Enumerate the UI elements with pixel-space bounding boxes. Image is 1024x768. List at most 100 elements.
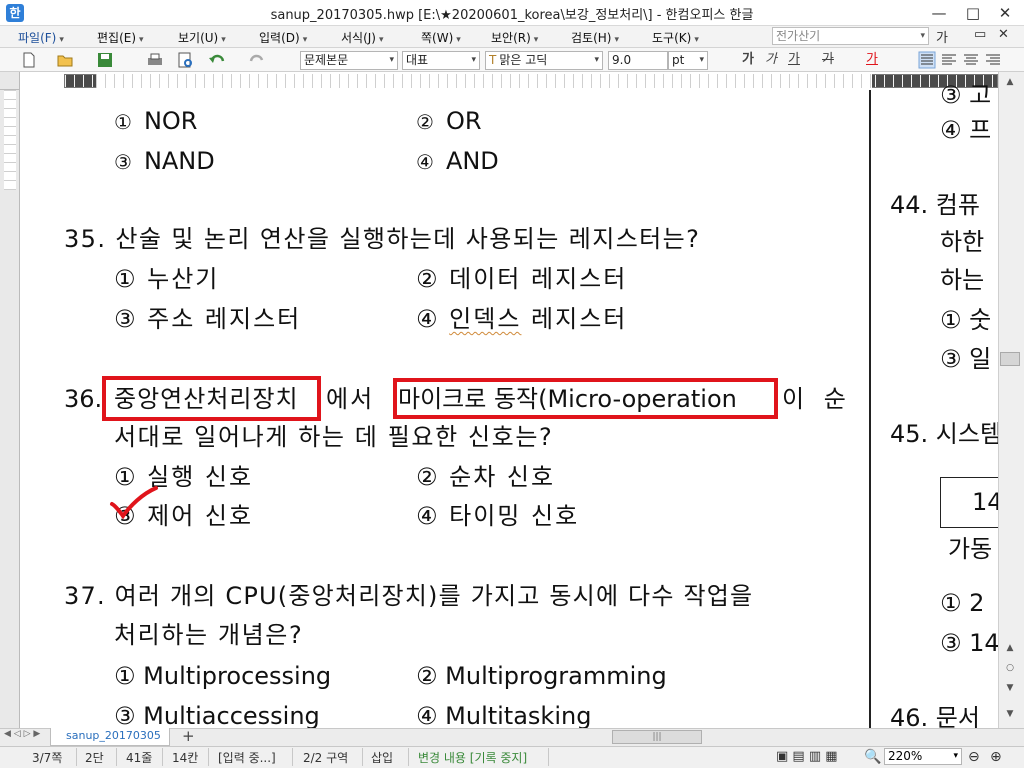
tab-nav-icon[interactable]: ◀ ◁ ▷ ▶ [4,729,40,739]
question-44: 44. 컴퓨 [890,191,980,219]
scroll-down-icon[interactable]: ▼ [1000,706,1020,722]
menu-view[interactable]: 보기(U) ▾ [178,29,226,46]
divider [208,748,209,766]
status-line: 41줄 [126,751,153,765]
menu-format[interactable]: 서식(J) ▾ [341,29,384,46]
add-tab-icon[interactable]: + [182,727,195,745]
option-line: ② Multiprogramming [416,662,667,690]
scroll-up-icon[interactable]: ▲ [1000,74,1020,90]
menu-file[interactable]: 파일(F) ▾ [18,29,64,46]
menu-review[interactable]: 검토(H) ▾ [571,29,619,46]
highlight-box [393,378,778,419]
menu-security[interactable]: 보안(R) ▾ [491,29,538,46]
preview-icon[interactable] [176,51,194,69]
print-icon[interactable] [146,51,164,69]
ruler-text-area [96,74,872,88]
tab-document[interactable]: sanup_20170305 [50,728,170,746]
save-icon[interactable] [96,51,114,69]
option-line: ④ 타이밍 신호 [416,502,580,530]
menu-insert[interactable]: 입력(D) ▾ [259,29,307,46]
strike-button[interactable]: 가 [822,51,834,69]
divider [292,748,293,766]
status-page[interactable]: 3/7쪽 [32,749,62,766]
font-size-input[interactable]: 9.0 [608,51,668,70]
align-right-icon[interactable] [984,51,1002,69]
font-name-select[interactable]: T 맑은 고딕 ▾ [485,51,603,70]
question-35: 35. 산술 및 논리 연산을 실행하는데 사용되는 레지스터는? [64,225,701,253]
horizontal-scroll-thumb[interactable]: ||| [612,730,702,744]
close-icon[interactable]: ✕ [990,2,1020,24]
prev-page-icon[interactable]: ▲ [1000,640,1020,656]
highlight-box [102,376,321,421]
option-line: ① 숫 [940,306,992,334]
vertical-ruler-text-area [4,90,16,190]
next-page-icon[interactable]: ▼ [1000,680,1020,696]
zoom-in-icon[interactable]: ⊕ [990,749,1002,765]
check-mark-icon [110,486,158,520]
question-36-line2: 서대로 일어나게 하는 데 필요한 신호는? [114,423,554,451]
question-36-text: 이 순 [782,385,852,413]
option-line: ② 순차 신호 [416,463,556,491]
style-select[interactable]: 문제본문 ▾ [300,51,398,70]
option-line: ① 누산기 [114,265,220,293]
zoom-icon[interactable]: 🔍 [864,749,881,765]
option-line: ③ 고 [940,81,992,109]
divider [362,748,363,766]
maximize-icon[interactable]: □ [958,2,988,24]
page-icon[interactable]: ○ [1000,660,1020,676]
zoom-out-icon[interactable]: ⊖ [968,749,980,765]
status-section: 2/2 구역 [303,751,349,765]
menu-tools[interactable]: 도구(K) ▾ [652,29,699,46]
underline-button[interactable]: 가 [788,51,800,69]
option-line: ③ NAND [114,147,215,175]
ruler-corner[interactable] [0,72,20,90]
question-37-line2: 처리하는 개념은? [114,621,304,649]
option-line: ④ AND [416,147,499,175]
align-center-icon[interactable] [962,51,980,69]
divider [548,748,549,766]
scroll-thumb[interactable] [1000,352,1020,366]
option-line: ② 데이터 레지스터 [416,265,628,293]
zoom-select[interactable]: 220% ▾ [884,748,962,765]
option-line: ④ 프 [940,116,992,144]
option-line: ④ Multitasking [416,702,592,730]
new-doc-icon[interactable] [20,51,38,69]
open-folder-icon[interactable] [56,51,74,69]
align-justify-icon[interactable] [918,51,936,69]
minimize-icon[interactable]: — [924,2,954,24]
divider [116,748,117,766]
option-line: ② OR [416,107,482,135]
find-icon[interactable]: 가 [936,27,948,46]
font-color-button[interactable]: 가 [866,51,878,69]
option-line: ① Multiprocessing [114,662,332,690]
align-left-icon[interactable] [940,51,958,69]
column-divider [869,90,871,728]
font-lang-select[interactable]: 대표 ▾ [402,51,480,70]
search-input[interactable]: 전가산기 ▾ [772,27,929,45]
question-36-text: 에서 [326,385,375,413]
redo-icon[interactable] [248,51,266,69]
option-line: ③ 일 [940,345,992,373]
menu-edit[interactable]: 편집(E) ▾ [97,29,144,46]
option-line: ① 2 [940,589,985,617]
font-unit-select[interactable]: pt ▾ [668,51,708,70]
question-44-line3: 하는 [940,266,985,294]
question-44-line2: 하한 [940,228,985,256]
divider [76,748,77,766]
vertical-scrollbar[interactable] [998,72,1024,728]
status-track-changes[interactable]: 변경 내용 [기록 중지] [418,749,527,766]
menu-page[interactable]: 쪽(W) ▾ [421,29,461,46]
question-45: 45. 시스템 [890,420,1003,448]
status-insert[interactable]: 삽입 [371,749,393,766]
divider [162,748,163,766]
option-line: ① NOR [114,107,198,135]
status-column: 2단 [85,751,104,765]
undo-icon[interactable] [208,51,226,69]
close-doc-icon[interactable]: ✕ [998,27,1009,42]
restore-icon[interactable]: ▭ [974,27,986,42]
view-mode-icon[interactable]: ▣ ▤ ▥ ▦ [776,749,838,764]
bold-button[interactable]: 가 [742,51,754,69]
status-mode: [입력 중...] [218,751,276,765]
option-line: ④ 인덱스 레지스터 [416,305,628,333]
italic-button[interactable]: 가 [765,51,777,69]
